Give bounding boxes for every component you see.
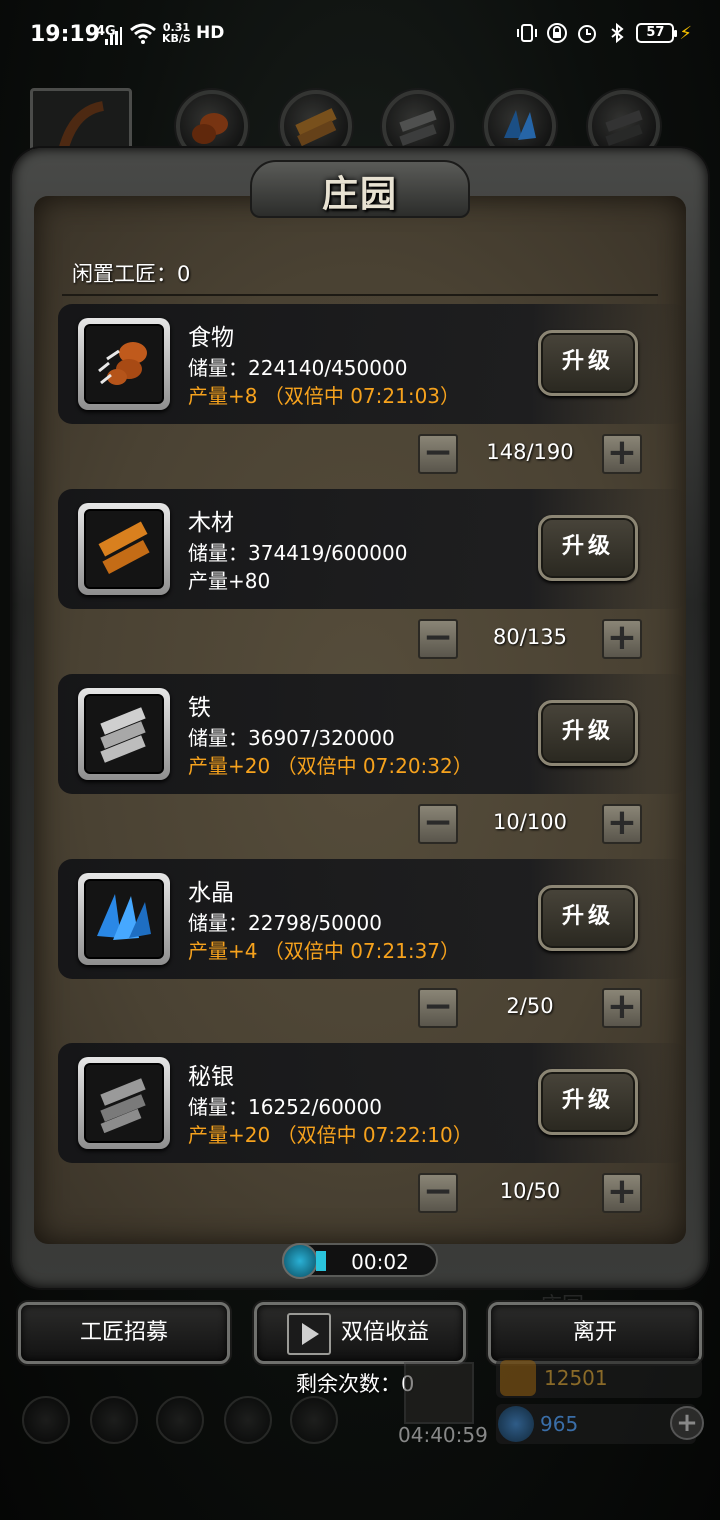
meat-icon	[98, 342, 147, 385]
resource-production: 产量+20 （双倍中 07:20:32）	[188, 754, 473, 778]
resource-name: 食物	[188, 325, 234, 351]
battery-icon: 57	[636, 23, 678, 43]
resource-row-food: 食物 储量：224140/450000 产量+8 （双倍中 07:21:03） …	[58, 304, 688, 424]
timer-value: 00:02	[351, 1250, 409, 1274]
worker-count: 10/100	[493, 810, 567, 834]
add-gems-button[interactable]: +	[670, 1406, 704, 1440]
lock-icon	[547, 23, 568, 43]
resource-row-mithril: 秘银 储量：16252/60000 产量+20 （双倍中 07:22:10） 升…	[58, 1043, 688, 1163]
worker-stepper-mithril: − 10/50 +	[418, 1173, 642, 1213]
worker-stepper-iron: − 10/100 +	[418, 804, 642, 844]
worker-count: 148/190	[486, 440, 574, 464]
iron-icon	[100, 707, 146, 763]
collection-timer: 00:02	[282, 1243, 438, 1279]
hd-indicator: HD	[196, 23, 225, 43]
resource-icon-frame	[78, 873, 170, 965]
timer-icon	[282, 1243, 318, 1279]
worker-count: 10/50	[499, 1179, 561, 1203]
decrease-button[interactable]: −	[418, 434, 458, 474]
divider	[62, 294, 658, 296]
remaining-count: 剩余次数：0	[296, 1372, 415, 1396]
gift-icon[interactable]	[404, 1362, 474, 1424]
gift-timer: 04:40:59	[398, 1423, 488, 1447]
alarm-icon	[578, 25, 597, 43]
resource-production: 产量+4 （双倍中 07:21:37）	[188, 939, 461, 963]
increase-button[interactable]: +	[602, 804, 642, 844]
bluetooth-icon	[611, 22, 624, 44]
upgrade-button-food[interactable]: 升级	[538, 330, 638, 396]
speed-unit: KB/S	[162, 32, 191, 45]
leave-button[interactable]: 离开	[488, 1302, 702, 1364]
wood-icon	[98, 521, 150, 574]
charging-icon: ⚡	[679, 22, 692, 44]
worker-count: 80/135	[493, 625, 567, 649]
resource-name: 水晶	[188, 880, 234, 906]
increase-button[interactable]: +	[602, 1173, 642, 1213]
worker-stepper-food: − 148/190 +	[418, 434, 642, 474]
resource-storage: 储量：22798/50000	[188, 911, 382, 935]
settings-icon[interactable]	[22, 1396, 70, 1444]
guild-icon[interactable]	[156, 1396, 204, 1444]
clock: 19:19	[30, 22, 101, 47]
worker-stepper-wood: − 80/135 +	[418, 619, 642, 659]
resource-storage: 储量：36907/320000	[188, 726, 395, 750]
decrease-button[interactable]: −	[418, 619, 458, 659]
decrease-button[interactable]: −	[418, 988, 458, 1028]
upgrade-button-mithril[interactable]: 升级	[538, 1069, 638, 1135]
increase-button[interactable]: +	[602, 988, 642, 1028]
vibrate-icon	[517, 24, 538, 42]
double-income-label: 双倍收益	[340, 1320, 429, 1345]
wifi-icon	[130, 23, 156, 44]
ranking-icon[interactable]	[290, 1396, 338, 1444]
decrease-button[interactable]: −	[418, 804, 458, 844]
resource-storage: 储量：224140/450000	[188, 356, 408, 380]
timer-progress	[316, 1251, 326, 1271]
idle-workers-label: 闲置工匠：0	[72, 262, 191, 286]
upgrade-button-crystal[interactable]: 升级	[538, 885, 638, 951]
resource-icon-frame	[78, 688, 170, 780]
resource-production: 产量+8 （双倍中 07:21:03）	[188, 384, 461, 408]
signal-icon	[105, 27, 122, 45]
resource-production: 产量+80	[188, 569, 271, 593]
status-bar: 19:19 4G 0.31 KB/S HD 57 ⚡	[0, 0, 720, 72]
resource-name: 铁	[188, 695, 211, 721]
resource-production: 产量+20 （双倍中 07:22:10）	[188, 1123, 473, 1147]
gold-counter: 12501	[496, 1358, 702, 1398]
gem-icon	[498, 1406, 534, 1442]
resource-icon-frame	[78, 318, 170, 410]
upgrade-button-iron[interactable]: 升级	[538, 700, 638, 766]
play-icon	[287, 1313, 331, 1355]
increase-button[interactable]: +	[602, 619, 642, 659]
resource-icon-frame	[78, 1057, 170, 1149]
gem-value: 965	[540, 1412, 579, 1436]
panel-title: 庄园	[321, 174, 398, 215]
resource-name: 秘银	[188, 1064, 234, 1090]
resource-storage: 储量：374419/600000	[188, 541, 408, 565]
resource-row-crystal: 水晶 储量：22798/50000 产量+4 （双倍中 07:21:37） 升级	[58, 859, 688, 979]
resource-row-wood: 木材 储量：374419/600000 产量+80 升级	[58, 489, 688, 609]
gem-counter: 965	[496, 1404, 696, 1444]
gold-icon	[500, 1360, 536, 1396]
upgrade-button-wood[interactable]: 升级	[538, 515, 638, 581]
status-icons: 57 ⚡	[516, 22, 692, 44]
double-income-button[interactable]: 双倍收益	[254, 1302, 466, 1364]
hero-icon[interactable]	[90, 1396, 138, 1444]
mail-icon[interactable]	[224, 1396, 272, 1444]
resource-row-iron: 铁 储量：36907/320000 产量+20 （双倍中 07:20:32） 升…	[58, 674, 688, 794]
resource-icon-frame	[78, 503, 170, 595]
network-speed: 0.31 KB/S	[162, 22, 191, 44]
resource-storage: 储量：16252/60000	[188, 1095, 382, 1119]
increase-button[interactable]: +	[602, 434, 642, 474]
decrease-button[interactable]: −	[418, 1173, 458, 1213]
worker-stepper-crystal: − 2/50 +	[418, 988, 642, 1028]
resource-name: 木材	[188, 510, 234, 536]
gold-value: 12501	[544, 1366, 608, 1390]
mithril-icon	[100, 1078, 146, 1134]
crystal-icon	[97, 894, 151, 940]
worker-count: 2/50	[506, 994, 554, 1018]
recruit-button[interactable]: 工匠招募	[18, 1302, 230, 1364]
